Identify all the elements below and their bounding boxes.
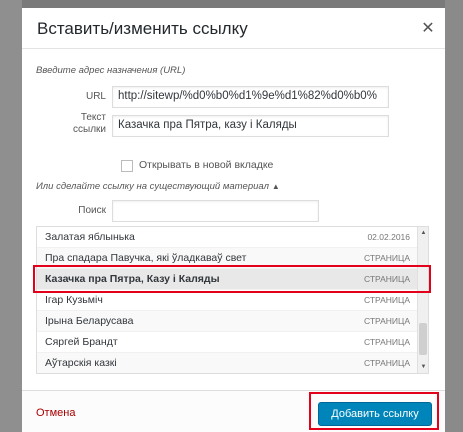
scroll-down-icon[interactable]: ▼ bbox=[419, 362, 428, 372]
backdrop-right bbox=[445, 0, 463, 432]
existing-content-toggle-label: Или сделайте ссылку на существующий мате… bbox=[36, 181, 269, 192]
result-info: СТРАНИЦА bbox=[363, 337, 410, 347]
result-info: 02.02.2016 bbox=[367, 232, 410, 242]
search-input[interactable] bbox=[112, 200, 319, 222]
result-info: СТРАНИЦА bbox=[363, 295, 410, 305]
result-row[interactable]: Ірына Беларусава СТРАНИЦА bbox=[37, 311, 418, 332]
insert-link-dialog: Вставить/изменить ссылку ✕ Введите адрес… bbox=[22, 8, 445, 432]
cancel-link[interactable]: Отмена bbox=[36, 407, 75, 419]
result-row[interactable]: Залатая яблынька 02.02.2016 bbox=[37, 227, 418, 248]
results-list: Залатая яблынька 02.02.2016 Пра спадара … bbox=[36, 226, 429, 374]
close-icon[interactable]: ✕ bbox=[417, 17, 439, 39]
toggle-arrow-icon: ▲ bbox=[271, 182, 280, 191]
results-scrollbar[interactable]: ▲ ▼ bbox=[417, 227, 428, 373]
search-label: Поиск bbox=[78, 205, 106, 216]
highlight-selected-row bbox=[33, 265, 431, 293]
result-row[interactable]: Ігар Кузьміч СТРАНИЦА bbox=[37, 290, 418, 311]
url-label: URL bbox=[85, 91, 106, 102]
result-title: Ігар Кузьміч bbox=[45, 294, 103, 306]
new-tab-label: Открывать в новой вкладке bbox=[139, 159, 274, 171]
result-title: Сяргей Брандт bbox=[45, 336, 118, 348]
highlight-add-link-button bbox=[309, 392, 439, 430]
result-row[interactable]: Аўтарскія казкі СТРАНИЦА bbox=[37, 353, 418, 373]
link-text-label-line1: Текст bbox=[80, 112, 106, 123]
scroll-up-icon[interactable]: ▲ bbox=[419, 228, 428, 238]
result-title: Аўтарскія казкі bbox=[45, 357, 117, 369]
result-title: Ірына Беларусава bbox=[45, 315, 134, 327]
dialog-title: Вставить/изменить ссылку bbox=[37, 19, 248, 38]
result-title: Пра спадара Павучка, які ўладкаваў свет bbox=[45, 252, 247, 264]
result-row[interactable]: Сяргей Брандт СТРАНИЦА bbox=[37, 332, 418, 353]
link-text-input[interactable]: Казачка пра Пятра, казу і Каляды bbox=[112, 115, 389, 137]
existing-content-toggle[interactable]: Или сделайте ссылку на существующий мате… bbox=[36, 181, 280, 192]
result-info: СТРАНИЦА bbox=[363, 316, 410, 326]
backdrop-left bbox=[0, 0, 22, 432]
url-input[interactable]: http://sitewp/%d0%b0%d1%9e%d1%82%d0%b0% bbox=[112, 86, 389, 108]
result-title: Залатая яблынька bbox=[45, 231, 135, 243]
result-info: СТРАНИЦА bbox=[363, 358, 410, 368]
new-tab-checkbox[interactable] bbox=[121, 160, 133, 172]
dialog-header: Вставить/изменить ссылку ✕ bbox=[22, 8, 445, 49]
scroll-thumb[interactable] bbox=[419, 323, 427, 355]
url-hint: Введите адрес назначения (URL) bbox=[36, 65, 186, 76]
link-text-label-line2: ссылки bbox=[73, 124, 106, 135]
result-info: СТРАНИЦА bbox=[363, 253, 410, 263]
